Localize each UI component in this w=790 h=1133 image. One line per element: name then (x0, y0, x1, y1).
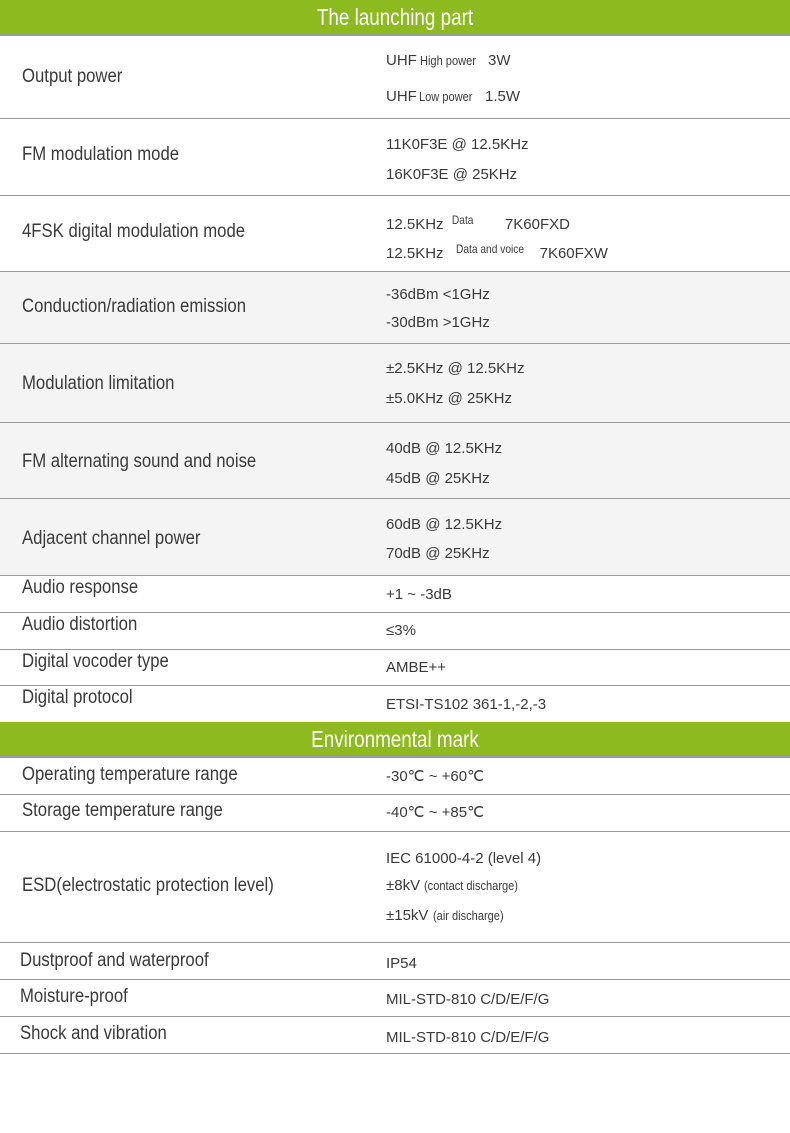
row-label: Operating temperature range (22, 764, 238, 785)
row-label: Moisture-proof (20, 986, 128, 1007)
row-label: Conduction/radiation emission (22, 296, 247, 317)
row-adjacent-channel: Adjacent channel power 60dB @ 12.5KHz 70… (0, 499, 790, 575)
row-output-power: Output power UHF High power 3W UHF Low p… (22, 52, 521, 105)
row-value-line2: -30dBm >1GHz (386, 314, 490, 331)
row-modulation-limitation: Modulation limitation ±2.5KHz @ 12.5KHz … (0, 344, 790, 422)
row-value: -30℃ ~ +60℃ (386, 768, 484, 785)
row-value-line1: 12.5KHz Data 7K60FXD (386, 213, 570, 233)
row-value: ETSI-TS102 361-1,-2,-3 (386, 696, 547, 713)
row-vocoder-type: Digital vocoder type AMBE++ (0, 650, 790, 686)
section-header-environmental: Environmental mark (0, 722, 790, 756)
row-value-line2: 12.5KHz Data and voice 7K60FXW (386, 242, 608, 262)
row-value-line3: ±15kV (air discharge) (386, 907, 504, 924)
section-title: Environmental mark (311, 726, 479, 752)
row-label: ESD(electrostatic protection level) (22, 875, 274, 896)
row-value-line2: 45dB @ 25KHz (386, 470, 490, 487)
section-title: The launching part (316, 4, 474, 30)
row-label: Modulation limitation (22, 373, 175, 394)
row-label: Shock and vibration (20, 1023, 167, 1044)
row-operating-temperature: Operating temperature range -30℃ ~ +60℃ (0, 758, 790, 794)
row-value: +1 ~ -3dB (386, 586, 452, 603)
row-value-line2: ±5.0KHz @ 25KHz (386, 390, 513, 407)
row-label: Digital vocoder type (22, 651, 169, 672)
row-audio-distortion: Audio distortion ≤3% (0, 613, 790, 649)
section-header-launching: The launching part (0, 0, 790, 34)
row-value-line1: 40dB @ 12.5KHz (386, 440, 503, 457)
row-label: FM modulation mode (22, 144, 180, 165)
row-label: Dustproof and waterproof (20, 950, 209, 971)
row-value: -40℃ ~ +85℃ (386, 804, 484, 821)
divider (0, 1053, 790, 1054)
row-value-line1: ±2.5KHz @ 12.5KHz (386, 360, 525, 377)
row-emission: Conduction/radiation emission -36dBm <1G… (0, 272, 790, 343)
row-value-line2: ±8kV (contact discharge) (386, 877, 519, 894)
row-4fsk-modulation: 4FSK digital modulation mode 12.5KHz Data… (0, 196, 790, 272)
row-label: FM alternating sound and noise (22, 451, 257, 472)
row-label: Adjacent channel power (22, 528, 201, 549)
row-fm-noise: FM alternating sound and noise 40dB @ 12… (0, 423, 790, 498)
row-value-line1: 60dB @ 12.5KHz (386, 516, 503, 533)
row-value: AMBE++ (386, 659, 447, 676)
row-digital-protocol: Digital protocol ETSI-TS102 361-1,-2,-3 (0, 686, 790, 722)
row-label: 4FSK digital modulation mode (22, 221, 246, 242)
row-dustproof: Dustproof and waterproof IP54 (0, 943, 790, 979)
row-value-line1: 11K0F3E @ 12.5KHz (386, 136, 529, 153)
row-value: MIL-STD-810 C/D/E/F/G (386, 991, 550, 1008)
row-value: ≤3% (386, 622, 416, 639)
row-value: IP54 (386, 955, 417, 972)
row-esd: ESD(electrostatic protection level) IEC … (0, 832, 790, 942)
row-value: MIL-STD-810 C/D/E/F/G (386, 1029, 550, 1046)
row-value-line1: IEC 61000-4-2 (level 4) (386, 850, 542, 867)
row-shock-vibration: Shock and vibration MIL-STD-810 C/D/E/F/… (0, 1017, 790, 1053)
row-value-line2: 70dB @ 25KHz (386, 545, 490, 562)
row-value-line2: 16K0F3E @ 25KHz (386, 166, 518, 183)
row-storage-temperature: Storage temperature range -40℃ ~ +85℃ (0, 795, 790, 831)
row-label: Audio response (22, 577, 139, 598)
row-fm-modulation: FM modulation mode 11K0F3E @ 12.5KHz 16K… (0, 119, 790, 195)
row-label: Audio distortion (22, 614, 138, 635)
row-label: Storage temperature range (22, 800, 223, 821)
row-audio-response: Audio response +1 ~ -3dB (0, 576, 790, 612)
row-label: Output power (22, 66, 123, 87)
row-label: Digital protocol (22, 687, 133, 708)
row-moisture-proof: Moisture-proof MIL-STD-810 C/D/E/F/G (0, 980, 790, 1016)
row-value-line1: -36dBm <1GHz (386, 286, 490, 303)
